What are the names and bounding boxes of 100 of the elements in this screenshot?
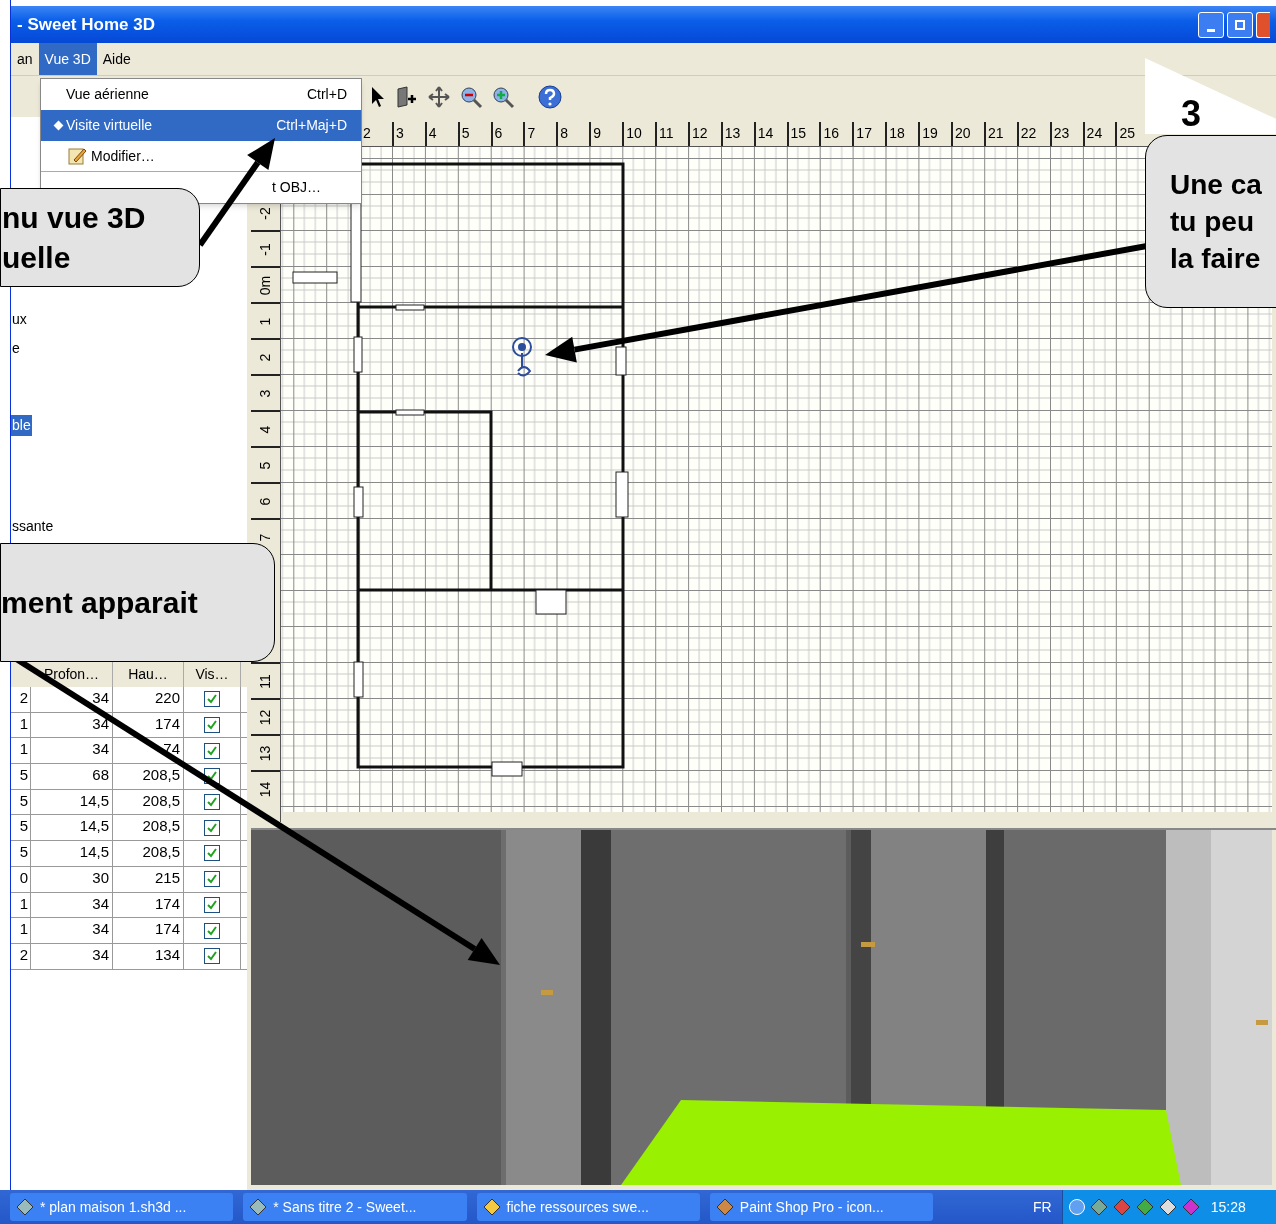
taskbar-button[interactable]: * Sans titre 2 - Sweet... bbox=[243, 1193, 467, 1221]
table-cell: 2 bbox=[11, 687, 31, 712]
table-cell: 208,5 bbox=[113, 789, 184, 815]
table-cell: 1 bbox=[11, 918, 31, 943]
table-cell: 34 bbox=[31, 687, 113, 712]
ruler-label: 6 bbox=[256, 497, 274, 505]
ruler-label: 3 bbox=[256, 389, 274, 397]
ruler-label: 13 bbox=[256, 745, 274, 761]
menu-bar-item[interactable]: Vue 3D bbox=[38, 43, 97, 75]
catalog-item[interactable]: ssante bbox=[11, 516, 55, 537]
menu-item[interactable]: t OBJ… bbox=[272, 177, 321, 198]
restore-button[interactable] bbox=[1227, 11, 1253, 38]
checkbox[interactable] bbox=[204, 742, 220, 759]
callout-text: ment apparait bbox=[1, 584, 199, 621]
table-cell: 134 bbox=[113, 943, 184, 969]
taskbar-button[interactable]: fiche ressources swe... bbox=[476, 1193, 700, 1221]
catalog-item[interactable]: ble bbox=[11, 415, 32, 436]
ruler-label: 5 bbox=[256, 461, 274, 469]
table-cell: 2 bbox=[11, 943, 31, 969]
catalog-item[interactable]: ux bbox=[11, 309, 28, 330]
table-cell: 14,5 bbox=[31, 815, 113, 841]
ruler-label: 1 bbox=[256, 317, 274, 325]
check-icon bbox=[206, 719, 218, 732]
ruler-label: 11 bbox=[256, 673, 274, 689]
checkbox[interactable] bbox=[204, 871, 220, 888]
table-cell: 34 bbox=[31, 712, 113, 738]
cursor-icon bbox=[369, 85, 387, 108]
menu-item[interactable]: Vue aérienne Ctrl+D bbox=[41, 79, 361, 110]
ruler-label: 4 bbox=[256, 425, 274, 433]
callout-text: la faire bbox=[1170, 242, 1262, 276]
check-icon bbox=[206, 796, 218, 809]
check-icon bbox=[206, 924, 218, 937]
table-cell: 1 bbox=[11, 738, 31, 764]
checkbox[interactable] bbox=[204, 896, 220, 913]
callout-text: tu peu bbox=[1170, 205, 1255, 239]
table-cell: 0 bbox=[11, 866, 31, 892]
checkbox[interactable] bbox=[204, 845, 220, 862]
language-indicator: FR bbox=[1033, 1197, 1052, 1217]
help-icon bbox=[537, 83, 563, 110]
table-cell: 1 bbox=[11, 712, 31, 738]
zoom-out-icon bbox=[459, 84, 483, 109]
table-cell: 5 bbox=[11, 789, 31, 815]
window-title: - Sweet Home 3D bbox=[17, 13, 156, 36]
table-cell: 174 bbox=[113, 918, 184, 943]
ruler-label: 0m bbox=[256, 275, 274, 295]
checkbox[interactable] bbox=[204, 794, 220, 811]
taskbar-button[interactable]: * plan maison 1.sh3d ... bbox=[10, 1193, 234, 1221]
ruler-label: -2 bbox=[256, 206, 274, 220]
callout-text: uelle bbox=[2, 239, 72, 276]
checkbox[interactable] bbox=[204, 922, 220, 939]
catalog-item[interactable]: e bbox=[11, 338, 21, 359]
table-cell: 208,5 bbox=[113, 815, 184, 841]
table-cell: 14,5 bbox=[31, 841, 113, 866]
check-icon bbox=[206, 847, 218, 860]
menu-bar-item[interactable]: Aide bbox=[96, 43, 137, 75]
minimize-button[interactable] bbox=[1198, 11, 1224, 38]
table-cell: 174 bbox=[113, 892, 184, 918]
clock: 15:28 bbox=[1210, 1197, 1246, 1217]
pan-icon bbox=[427, 84, 451, 109]
callout-text: nu vue 3D bbox=[2, 199, 147, 236]
ruler-label: 14 bbox=[256, 781, 274, 797]
table-cell: 215 bbox=[113, 866, 184, 892]
table-cell: 34 bbox=[31, 892, 113, 918]
table-cell: 34 bbox=[31, 918, 113, 943]
table-cell: 174 bbox=[113, 712, 184, 738]
table-cell: 220 bbox=[113, 687, 184, 712]
checkbox[interactable] bbox=[204, 948, 220, 965]
check-icon bbox=[206, 898, 218, 911]
table-cell: 68 bbox=[31, 764, 113, 789]
table-cell: 5 bbox=[11, 841, 31, 866]
expand-tray-button[interactable] bbox=[1068, 1199, 1085, 1215]
ruler-label: -1 bbox=[256, 242, 274, 256]
check-icon bbox=[206, 744, 218, 757]
menu-item[interactable]: Visite virtuelle Ctrl+Maj+D bbox=[41, 110, 361, 141]
check-icon bbox=[206, 693, 218, 706]
zoom-in-icon bbox=[491, 84, 515, 109]
taskbar-button[interactable]: Paint Shop Pro - icon... bbox=[709, 1193, 934, 1221]
checkbox[interactable] bbox=[204, 691, 220, 708]
ruler-label: 2 bbox=[256, 353, 274, 361]
table-cell: 14,5 bbox=[31, 789, 113, 815]
ruler-label: 12 bbox=[256, 709, 274, 725]
table-cell: 30 bbox=[31, 866, 113, 892]
callout-text: Une ca bbox=[1170, 168, 1263, 202]
ruler-label: 7 bbox=[256, 533, 274, 541]
menu-bar-item[interactable]: an bbox=[11, 43, 39, 75]
checkbox[interactable] bbox=[204, 819, 220, 836]
table-cell: 5 bbox=[11, 815, 31, 841]
table-cell: 1 bbox=[11, 892, 31, 918]
table-cell: 34 bbox=[31, 943, 113, 969]
table-cell: 34 bbox=[31, 738, 113, 764]
close-button[interactable] bbox=[1256, 11, 1270, 38]
table-cell: 208,5 bbox=[113, 841, 184, 866]
check-icon bbox=[206, 873, 218, 886]
table-cell: 208,5 bbox=[113, 764, 184, 789]
check-icon bbox=[206, 821, 218, 834]
notepad-pencil-icon bbox=[67, 146, 87, 166]
table-cell: 5 bbox=[11, 764, 31, 789]
add-room-icon bbox=[395, 84, 419, 109]
checkbox[interactable] bbox=[204, 717, 220, 734]
check-icon bbox=[206, 950, 218, 963]
